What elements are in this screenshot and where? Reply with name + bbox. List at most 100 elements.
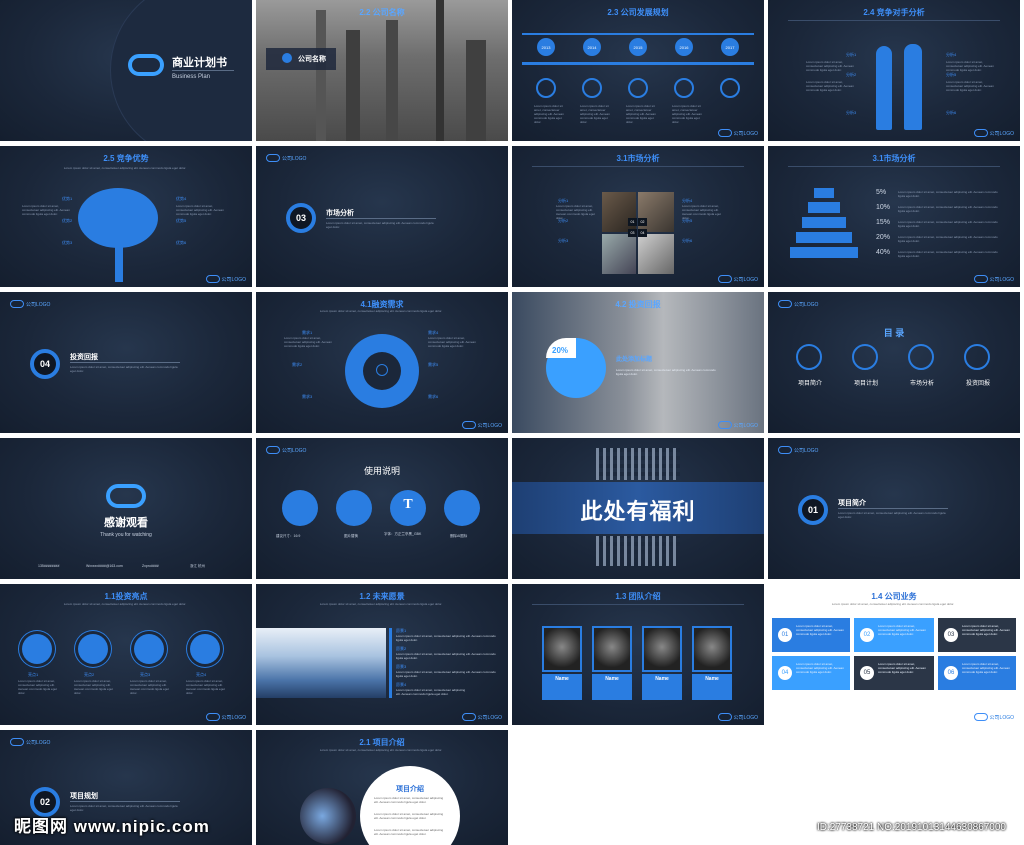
desc-text: Lorem ipsum dolor sit amet, consectetuer… [186,679,225,695]
person-silhouette [876,46,892,130]
desc-text: Lorem ipsum dolor sit amet, consectetuer… [534,104,564,124]
slide-development[interactable]: 2.3 公司发展规划 2013 2014 2015 2016 2017 Lore… [512,0,764,141]
pyramid-level-5 [790,247,858,258]
intro-heading: 项目介绍 [396,786,424,793]
cloud-icon [205,275,220,283]
cloud-icon [266,446,280,454]
slide-financing[interactable]: 4.1融资需求 Lorem ipsum dolor sit amet, cons… [256,292,508,433]
slide-bonus[interactable]: 此处有福利 [512,438,764,579]
cloud-icon [778,446,792,454]
desc-text: Lorem ipsum dolor sit amet, consectetuer… [556,204,595,220]
slide-title: 1.2 未来愿景 [359,592,405,601]
team-name: Name [655,676,669,682]
contact-social: Zxpro#### [142,564,159,568]
desc-text: Lorem ipsum dolor sit amet, consectetuer… [284,336,332,348]
calendar-icon [444,490,480,526]
section-heading: 市场分析 [326,210,354,217]
contents-item-4[interactable]: 投资回报 [958,378,998,387]
tile-num-06: 06 [944,666,958,680]
slide-advantage[interactable]: 2.5 竞争优势 Lorem ipsum dolor sit amet, con… [0,146,252,287]
slide-title: 2.1 项目介绍 [359,738,405,747]
slide-highlights[interactable]: 1.1投资亮点 Lorem ipsum dolor sit amet, cons… [0,584,252,725]
pie-icon[interactable] [964,344,990,370]
label-4: 分析4 [946,52,957,57]
slide-cover[interactable]: 商业计划书 Business Plan [0,0,252,141]
label-4: 亮点4 [196,672,207,677]
team-card-1: Name [542,674,582,700]
desc-text: Lorem ipsum dolor sit amet, consectetuer… [672,104,702,124]
cloud-icon [973,129,988,137]
desc-text: Lorem ipsum dolor sit amet, consectetuer… [946,60,994,72]
slide-thanks[interactable]: 感谢观看 Thank you for watching 135######## … [0,438,252,579]
percent-1: 5% [876,189,887,196]
desc-text: Lorem ipsum dolor sit amet, consectetuer… [806,60,854,72]
chart-icon [628,78,648,98]
desc-text: Lorem ipsum dolor sit amet, consectetuer… [70,365,178,373]
slide-team[interactable]: 1.3 团队介绍 Name Name Name Name 公司LOGO [512,584,764,725]
chart-icon[interactable] [908,344,934,370]
label-4: 优势4 [176,196,187,201]
slide-instructions[interactable]: 公司LOGO 使用说明 T 建议尺寸：16:9 图片替换 字体：方正兰亭黑_GB… [256,438,508,579]
search-icon[interactable] [852,344,878,370]
timeline-bar [522,62,754,65]
desc-text: Lorem ipsum dolor sit amet, consectetuer… [898,235,998,243]
desc-text: Lorem ipsum dolor sit amet, consectetuer… [898,205,998,213]
label-3: 亮点3 [140,672,151,677]
tile-num-05: 05 [860,666,874,680]
slide-project-intro[interactable]: 2.1 项目介绍 Lorem ipsum dolor sit amet, con… [256,730,508,845]
slide-section-03[interactable]: 公司LOGO 03 市场分析 Lorem ipsum dolor sit ame… [256,146,508,287]
icon-grid [596,448,680,480]
company-logo: 公司LOGO [266,154,306,162]
caption-title: 此处添加标题 [616,357,653,363]
percent-4: 20% [876,234,891,241]
tile-num-02: 02 [860,628,874,642]
timeline-top [522,33,754,35]
cloud-icon [461,421,476,429]
company-name: 公司名称 [298,56,326,63]
slide-section-04[interactable]: 公司LOGO 04 投资回报 Lorem ipsum dolor sit ame… [0,292,252,433]
team-photo-1 [542,626,582,672]
slide-title: 1.3 团队介绍 [615,592,661,601]
slide-return[interactable]: 4.2 投资回报 20% 此处添加标题 Lorem ipsum dolor si… [512,292,764,433]
slide-market-pyramid[interactable]: 3.1市场分析 5% 10% 15% 20% 40% Lorem ipsum d… [768,146,1020,287]
label-3: 需求3 [302,394,313,399]
company-logo: 公司LOGO [973,275,1014,283]
desc-text: Lorem ipsum dolor sit amet, consectetuer… [396,670,496,678]
title-line [788,20,1000,21]
contents-item-2[interactable]: 项目计划 [846,378,886,387]
label-1: 亮点1 [28,672,39,677]
intro-text: Lorem ipsum dolor sit amet, consectetuer… [319,602,443,606]
icon-grid [596,536,680,566]
label-5: 分析5 [946,72,957,77]
thanks-title: 感谢观看 [104,517,148,529]
title-line [788,166,1000,167]
slide-section-01[interactable]: 公司LOGO 01 项目简介 Lorem ipsum dolor sit ame… [768,438,1020,579]
cloud-icon [266,154,280,162]
slide-competitors[interactable]: 2.4 竞争对手分析 分析1 分析2 分析3 分析4 分析5 分析6 Lorem… [768,0,1020,141]
cloud-icon[interactable] [796,344,822,370]
label-6: 需求6 [428,394,439,399]
intro-text: Lorem ipsum dolor sit amet, consectetuer… [319,748,443,752]
slide-company[interactable]: 2.2 公司名称 公司名称 [256,0,508,141]
photo-1 [602,192,636,232]
cloud-icon [461,713,476,721]
divider [326,218,436,219]
contents-item-1[interactable]: 项目简介 [790,378,830,387]
gear-icon [536,78,556,98]
photo-2 [638,192,674,232]
slide-vision[interactable]: 1.2 未来愿景 Lorem ipsum dolor sit amet, con… [256,584,508,725]
tile-num-03: 03 [944,628,958,642]
photo-3 [602,234,636,274]
divider [70,362,180,363]
desc-text: Lorem ipsum dolor sit amet, consectetuer… [946,80,994,92]
slide-market-photos[interactable]: 3.1市场分析 01 02 03 04 分析1 分析2 分析3 分析4 分析5 … [512,146,764,287]
year-2013: 2013 [537,38,555,56]
section-number: 04 [30,349,60,379]
slide-contents[interactable]: 公司LOGO 目 录 项目简介 项目计划 市场分析 投资回报 [768,292,1020,433]
slide-business[interactable]: 1.4 公司业务 Lorem ipsum dolor sit amet, con… [768,584,1020,725]
year-2017: 2017 [721,38,739,56]
person-silhouette [904,44,922,130]
intro-text: Lorem ipsum dolor sit amet, consectetuer… [831,602,955,606]
contents-item-3[interactable]: 市场分析 [902,378,942,387]
slide-title: 3.1市场分析 [872,154,916,163]
